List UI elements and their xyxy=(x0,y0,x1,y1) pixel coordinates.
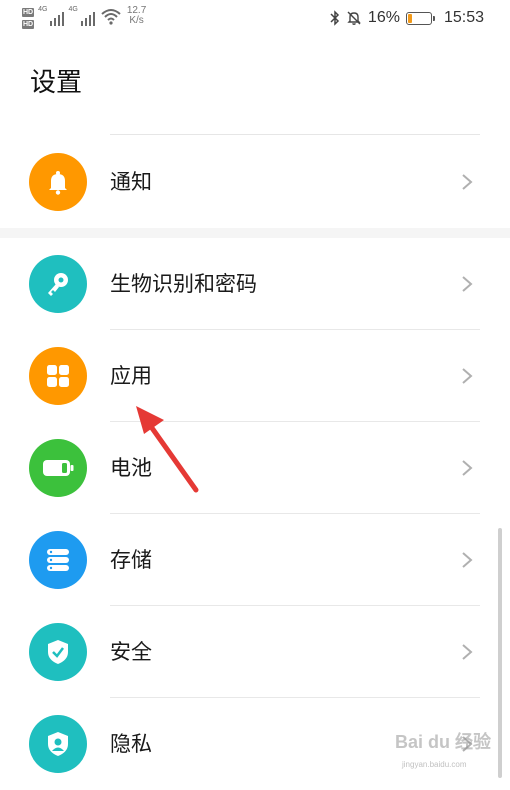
signal-icon-1: 4G xyxy=(38,6,65,26)
wifi-icon xyxy=(101,9,121,25)
annotation-arrow-icon xyxy=(136,406,199,493)
battery-level-fill xyxy=(407,13,412,23)
bluetooth-icon xyxy=(330,10,339,26)
battery-status-icon xyxy=(405,11,435,25)
battery-percent: 16% xyxy=(367,9,400,26)
chevron-right-icon xyxy=(462,276,473,292)
shield-check-icon xyxy=(29,623,87,681)
network-speed-unit: K/s xyxy=(129,15,144,26)
clock: 15:53 xyxy=(443,9,484,26)
signal-icon-2: 4G xyxy=(68,6,95,26)
chevron-right-icon xyxy=(462,368,473,384)
privacy-shield-icon xyxy=(29,715,87,773)
settings-item-battery[interactable]: 电池 xyxy=(0,422,510,514)
scrollbar[interactable] xyxy=(498,528,502,778)
network-speed: 12.7 K/s xyxy=(127,6,146,26)
apps-grid-icon xyxy=(29,347,87,405)
hd-badge-top: HD xyxy=(22,8,35,17)
settings-item-label: 生物识别和密码 xyxy=(110,272,257,296)
chevron-right-icon xyxy=(462,174,473,190)
battery-icon xyxy=(29,439,87,497)
divider xyxy=(110,134,480,135)
settings-item-apps[interactable]: 应用 xyxy=(0,330,510,422)
chevron-right-icon xyxy=(462,552,473,568)
settings-item-label: 存储 xyxy=(110,548,152,572)
storage-icon xyxy=(29,531,87,589)
signal-2-label: 4G xyxy=(68,6,78,13)
page-title: 设置 xyxy=(30,68,83,98)
chevron-right-icon xyxy=(462,460,473,476)
hd-indicators: HD HD xyxy=(22,8,35,29)
settings-item-label: 隐私 xyxy=(110,732,152,756)
settings-item-label: 安全 xyxy=(110,640,152,664)
section-gap xyxy=(0,228,510,238)
settings-item-label: 通知 xyxy=(110,170,152,194)
status-bar-left: HD HD 4G 4G 12.7 K/s xyxy=(22,6,146,29)
signal-1-label: 4G xyxy=(38,6,48,13)
status-bar: HD HD 4G 4G 12.7 K/s 16% 15:53 xyxy=(0,0,510,40)
watermark: Bai du 经验 xyxy=(395,732,492,752)
chevron-right-icon xyxy=(462,644,473,660)
bell-muted-icon xyxy=(347,11,361,25)
settings-item-biometrics[interactable]: 生物识别和密码 xyxy=(0,238,510,330)
settings-item-security[interactable]: 安全 xyxy=(0,606,510,698)
hd-badge-bottom: HD xyxy=(22,20,35,29)
watermark-url: jingyan.baidu.com xyxy=(402,760,467,769)
settings-item-storage[interactable]: 存储 xyxy=(0,514,510,606)
key-icon xyxy=(29,255,87,313)
settings-item-notifications[interactable]: 通知 xyxy=(0,136,510,228)
status-bar-right: 16% 15:53 xyxy=(330,9,484,27)
bell-icon xyxy=(29,153,87,211)
